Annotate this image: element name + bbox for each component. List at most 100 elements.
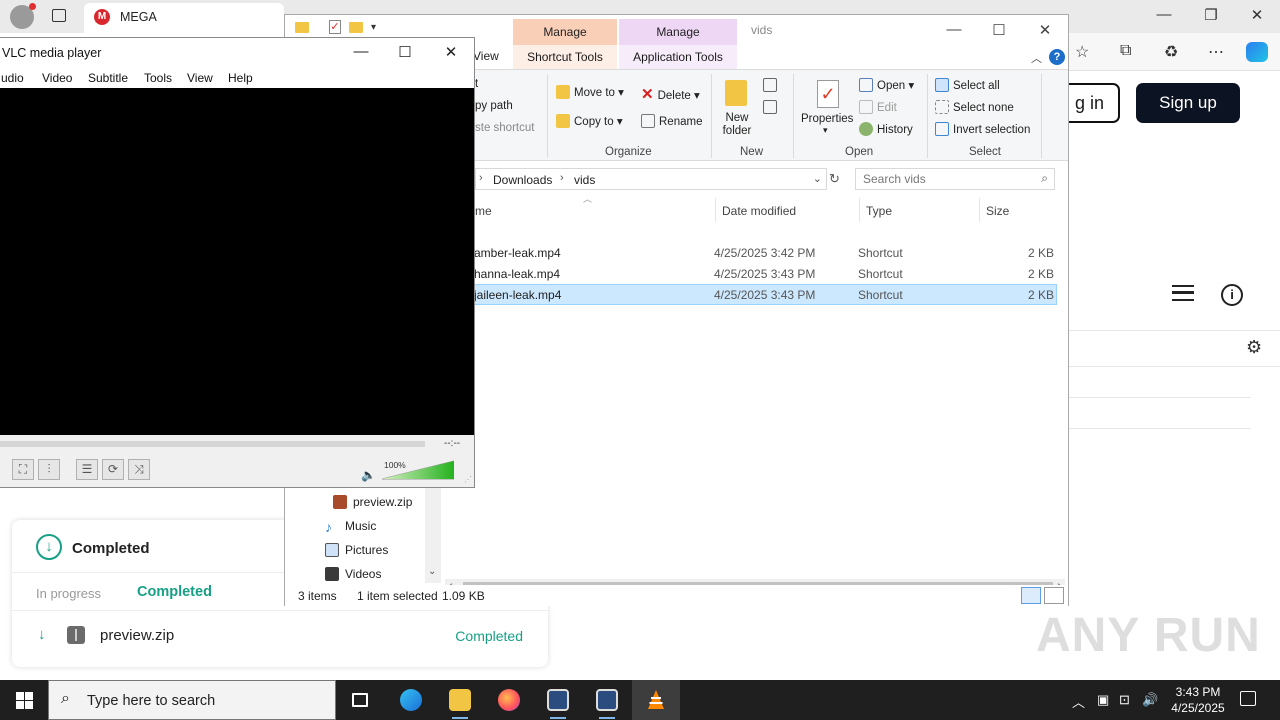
vlc-close-button[interactable]: ✕ [436, 43, 466, 61]
extensions-icon[interactable]: ♻ [1164, 42, 1178, 62]
firefox-taskbar-button[interactable] [488, 684, 528, 716]
file-row[interactable]: amber-leak.mp4 4/25/2025 3:42 PM Shortcu… [467, 242, 1057, 263]
edge-taskbar-button[interactable] [390, 684, 430, 716]
nav-item-preview-zip[interactable]: preview.zip [333, 495, 412, 509]
menu-video[interactable]: Video [42, 71, 72, 85]
vlc-taskbar-button[interactable] [632, 680, 680, 720]
volume-icon[interactable]: 🔊 [1142, 692, 1158, 708]
ribbon-tab-view[interactable]: View [473, 49, 499, 63]
tab-actions-icon[interactable] [52, 9, 66, 22]
nav-item-music[interactable]: ♪ Music [325, 519, 376, 535]
open-button[interactable]: Open ▾ [859, 78, 914, 92]
cut-button[interactable]: t [475, 78, 478, 90]
move-to-button[interactable]: Move to ▾ [556, 85, 624, 99]
volume-slider[interactable] [382, 460, 454, 480]
start-windows-icon[interactable] [16, 692, 33, 709]
list-view-icon[interactable] [1172, 285, 1194, 301]
profile-avatar[interactable] [10, 3, 36, 29]
shortcut-tools-tab[interactable]: Shortcut Tools [513, 45, 617, 69]
task-view-button[interactable] [340, 684, 380, 716]
copilot-icon[interactable] [1246, 42, 1268, 62]
easy-access-icon[interactable] [763, 100, 777, 114]
manage-application-tab[interactable]: Manage [619, 19, 737, 45]
delete-button[interactable]: ✕ Delete ▾ [641, 85, 700, 103]
vlc-maximize-button[interactable]: ☐ [390, 43, 420, 61]
settings-gear-icon[interactable]: ⚙ [1246, 337, 1262, 358]
collections-icon[interactable]: ⧉ [1120, 42, 1131, 60]
loop-icon[interactable]: ⟳ [102, 459, 124, 480]
column-header-name[interactable]: me [475, 204, 492, 218]
scroll-down-icon[interactable]: ⌄ [428, 566, 436, 577]
select-none-button[interactable]: Select none [935, 100, 1014, 114]
refresh-icon[interactable]: ↻ [829, 171, 840, 187]
copy-to-button[interactable]: Copy to ▾ [556, 114, 623, 128]
browser-minimize-button[interactable]: — [1149, 6, 1179, 23]
column-header-type[interactable]: Type [866, 204, 892, 218]
search-box[interactable]: ⌕ [855, 168, 1055, 190]
rename-button[interactable]: Rename [641, 114, 702, 128]
network-icon[interactable]: ⊡ [1119, 692, 1130, 708]
vlc-minimize-button[interactable]: — [346, 43, 376, 60]
column-header-size[interactable]: Size [986, 204, 1009, 218]
taskbar-clock[interactable]: 3:43 PM 4/25/2025 [1162, 684, 1234, 716]
menu-view[interactable]: View [187, 71, 213, 85]
signup-button[interactable]: Sign up [1136, 83, 1240, 123]
history-button[interactable]: History [859, 122, 913, 136]
show-hidden-icons-icon[interactable]: ︿ [1072, 692, 1085, 711]
properties-button[interactable]: Properties [801, 113, 853, 125]
explorer-close-button[interactable]: ✕ [1030, 21, 1060, 39]
copy-path-button[interactable]: py path [475, 100, 513, 112]
details-view-icon[interactable] [1021, 587, 1041, 604]
video-app-taskbar-button[interactable] [537, 684, 577, 719]
browser-close-button[interactable]: ✕ [1242, 6, 1272, 24]
menu-audio[interactable]: udio [1, 71, 24, 85]
notification-center-icon[interactable] [1240, 691, 1256, 706]
browser-tab-mega[interactable]: M MEGA [84, 3, 284, 33]
new-folder-icon[interactable] [349, 22, 363, 33]
new-folder-button[interactable]: New folder [721, 112, 753, 138]
properties-icon[interactable]: ✓ [329, 20, 341, 34]
explorer-minimize-button[interactable]: — [939, 21, 969, 38]
menu-subtitle[interactable]: Subtitle [88, 71, 128, 85]
invert-selection-button[interactable]: Invert selection [935, 122, 1030, 136]
nav-item-videos[interactable]: Videos [325, 567, 381, 581]
resize-grip-icon[interactable]: ⋰ [464, 475, 472, 484]
seek-bar[interactable] [0, 441, 425, 447]
address-bar[interactable]: › Downloads › vids ⌄ [475, 168, 827, 190]
shuffle-icon[interactable]: ⤨ [128, 459, 150, 480]
nav-item-pictures[interactable]: Pictures [325, 543, 388, 557]
taskbar-search[interactable]: ⌕ [48, 680, 336, 720]
collapse-ribbon-icon[interactable]: ︿ [1031, 50, 1042, 66]
tab-completed[interactable]: Completed [137, 584, 212, 600]
address-dropdown-icon[interactable]: ⌄ [813, 172, 822, 185]
properties-dropdown-icon[interactable]: ▾ [823, 125, 828, 136]
qat-dropdown-icon[interactable]: ▾ [371, 22, 376, 33]
taskbar-search-input[interactable] [87, 691, 327, 711]
explorer-maximize-button[interactable]: ☐ [984, 21, 1014, 39]
more-icon[interactable]: ⋯ [1208, 42, 1224, 62]
playlist-icon[interactable]: ☰ [76, 459, 98, 480]
volume-icon[interactable]: 🔈 [361, 468, 376, 482]
favorites-add-icon[interactable]: ☆ [1075, 42, 1089, 62]
search-input[interactable] [856, 169, 1026, 189]
explorer-taskbar-button[interactable] [439, 684, 479, 719]
browser-restore-button[interactable]: ❐ [1196, 6, 1226, 24]
extended-settings-icon[interactable]: ⫶ [38, 459, 60, 480]
help-icon[interactable]: ? [1049, 49, 1065, 65]
large-icons-view-icon[interactable] [1044, 587, 1064, 604]
fullscreen-icon[interactable]: ⛶ [12, 459, 34, 480]
breadcrumb-vids[interactable]: vids [574, 173, 595, 187]
column-header-date[interactable]: Date modified [722, 204, 796, 218]
device-icon[interactable]: ▣ [1097, 692, 1109, 708]
info-icon[interactable]: i [1221, 284, 1243, 306]
application-tools-tab[interactable]: Application Tools [619, 45, 737, 69]
edit-button[interactable]: Edit [859, 100, 897, 114]
file-row-selected[interactable]: jaileen-leak.mp4 4/25/2025 3:43 PM Short… [468, 284, 1057, 305]
file-row[interactable]: hanna-leak.mp4 4/25/2025 3:43 PM Shortcu… [467, 263, 1057, 284]
menu-help[interactable]: Help [228, 71, 253, 85]
tab-in-progress[interactable]: In progress [36, 586, 101, 601]
new-item-icon[interactable] [763, 78, 777, 92]
breadcrumb-downloads[interactable]: Downloads [493, 173, 552, 187]
paste-shortcut-button[interactable]: ste shortcut [475, 122, 534, 134]
menu-tools[interactable]: Tools [144, 71, 172, 85]
